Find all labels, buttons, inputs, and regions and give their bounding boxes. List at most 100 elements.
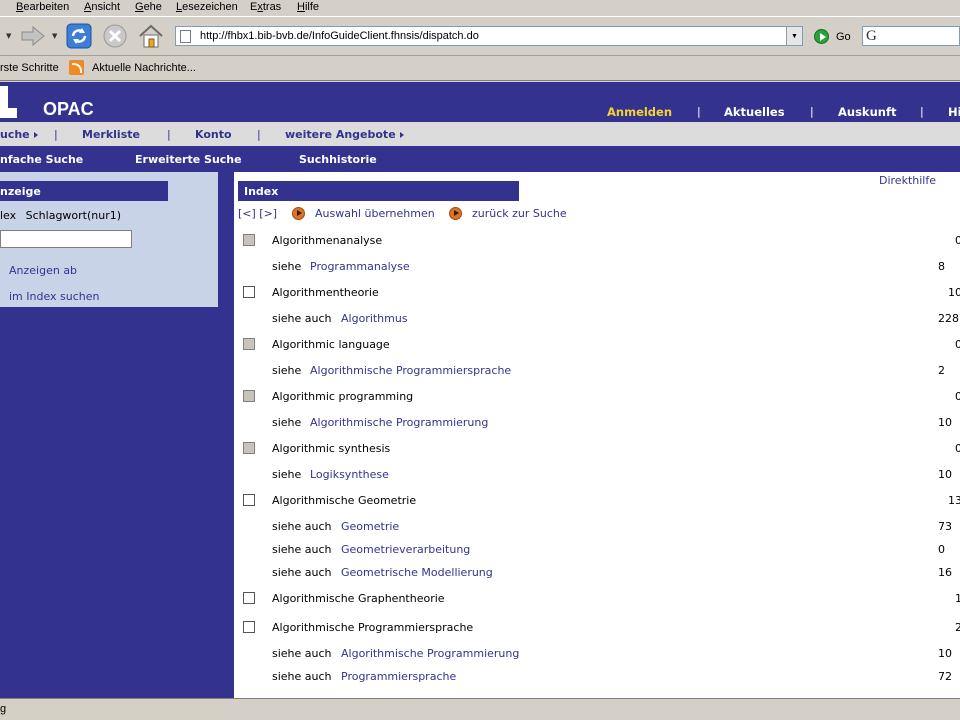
see-reference-link[interactable]: Geometrieverarbeitung <box>341 543 470 556</box>
index-search-input[interactable] <box>0 230 132 248</box>
forward-arrow-icon[interactable] <box>18 21 48 51</box>
select-checkbox[interactable] <box>243 442 255 454</box>
select-checkbox[interactable] <box>243 494 255 506</box>
select-checkbox[interactable] <box>243 592 255 604</box>
menu-bearbeiten[interactable]: Bearbeiten <box>16 1 69 13</box>
menu-lesezeichen[interactable]: Lesezeichen <box>176 1 238 13</box>
nav-hilfe[interactable]: Hi <box>948 105 960 119</box>
subnav-weitere-angebote[interactable]: weitere Angebote <box>285 128 404 141</box>
go-icon[interactable] <box>814 29 829 44</box>
index-term[interactable]: Algorithmische Graphentheorie <box>272 592 445 605</box>
nav-auskunft[interactable]: Auskunft <box>838 105 896 119</box>
tab-erweiterte-suche[interactable]: Erweiterte Suche <box>135 153 242 166</box>
library-logo <box>0 86 17 118</box>
subnav-suche[interactable]: uche <box>0 128 38 141</box>
see-prefix: siehe auch <box>272 566 332 579</box>
subnav-merkliste[interactable]: Merkliste <box>82 128 140 141</box>
see-prefix: siehe <box>272 260 302 273</box>
nav-aktuelles[interactable]: Aktuelles <box>724 105 785 119</box>
see-reference-row: siehe Logiksynthese 10 <box>234 466 960 486</box>
see-reference-link[interactable]: Logiksynthese <box>310 468 389 481</box>
index-content: Direkthilfe Index [<] [>] Auswahl überne… <box>234 172 960 698</box>
hit-count: 2 <box>938 364 945 377</box>
bookmark-news[interactable]: Aktuelle Nachrichte... <box>92 62 196 74</box>
hit-count: 0 <box>955 338 960 351</box>
see-prefix: siehe auch <box>272 670 332 683</box>
subnav-konto[interactable]: Konto <box>195 128 232 141</box>
hit-count: 72 <box>938 670 952 683</box>
menu-gehe[interactable]: Gehe <box>135 1 162 13</box>
see-prefix: siehe auch <box>272 543 332 556</box>
see-reference-link[interactable]: Geometrie <box>341 520 399 533</box>
see-reference-link[interactable]: Algorithmische Programmierung <box>341 647 519 660</box>
menu-bar: Bearbeiten Ansicht Gehe Lesezeichen Extr… <box>0 0 960 16</box>
rss-feed-icon <box>69 60 84 75</box>
back-to-search-link[interactable]: zurück zur Suche <box>472 207 567 220</box>
url-text[interactable]: http://fhbx1.bib-bvb.de/InfoGuideClient.… <box>200 30 479 42</box>
home-icon[interactable] <box>136 21 166 51</box>
index-value[interactable]: Schlagwort(nur1) <box>26 209 121 222</box>
opac-title: OPAC <box>43 99 94 119</box>
see-reference-link[interactable]: Programmiersprache <box>341 670 456 683</box>
index-term-row: Algorithmenanalyse 0 <box>234 232 960 252</box>
select-checkbox[interactable] <box>243 621 255 633</box>
back-dropdown-icon[interactable]: ▼ <box>6 32 11 40</box>
forward-dropdown-icon[interactable]: ▼ <box>52 32 57 40</box>
tab-suchhistorie[interactable]: Suchhistorie <box>299 153 377 166</box>
nav-separator: | <box>920 105 924 118</box>
go-button[interactable]: Go <box>836 31 851 43</box>
index-term[interactable]: Algorithmic programming <box>272 390 413 403</box>
see-reference-link[interactable]: Programmanalyse <box>310 260 410 273</box>
nav-separator: | <box>810 105 814 118</box>
see-reference-row: siehe auch Algorithmische Programmierung 1… <box>234 645 960 665</box>
navigation-toolbar: ▼ ▼ http://fhbx1.bib-bvb.de/InfoGuideCli… <box>0 16 960 56</box>
direct-help-link[interactable]: Direkthilfe <box>879 174 936 187</box>
tab-einfache-suche[interactable]: nfache Suche <box>0 153 83 166</box>
bookmark-first-steps[interactable]: rste Schritte <box>0 62 59 74</box>
select-checkbox[interactable] <box>243 338 255 350</box>
see-reference-row: siehe auch Programmiersprache 72 <box>234 668 960 688</box>
hit-count: 10 <box>938 416 952 429</box>
index-term[interactable]: Algorithmische Programmiersprache <box>272 621 473 634</box>
subnav-separator: | <box>257 128 261 141</box>
menu-ansicht[interactable]: Ansicht <box>84 1 120 13</box>
prev-next-links[interactable]: [<] [>] <box>238 207 277 220</box>
index-term-row: Algorithmentheorie 10 <box>234 284 960 304</box>
stop-icon[interactable] <box>100 21 130 51</box>
search-in-index-link[interactable]: im Index suchen <box>9 290 100 303</box>
url-dropdown-icon[interactable]: ▼ <box>786 27 802 45</box>
show-from-link[interactable]: Anzeigen ab <box>9 264 77 277</box>
index-term-row: Algorithmic language 0 <box>234 336 960 356</box>
select-checkbox[interactable] <box>243 234 255 246</box>
index-term-row: Algorithmische Graphentheorie 1 <box>234 590 960 610</box>
see-prefix: siehe <box>272 468 302 481</box>
index-display-panel: nzeige lex Schlagwort(nur1) Anzeigen ab … <box>0 172 218 307</box>
index-heading: Index <box>238 181 519 201</box>
see-reference-link[interactable]: Algorithmische Programmiersprache <box>310 364 511 377</box>
back-arrow-icon[interactable] <box>449 207 462 220</box>
see-reference-link[interactable]: Geometrische Modellierung <box>341 566 493 579</box>
google-icon: G <box>866 28 877 44</box>
index-term[interactable]: Algorithmic synthesis <box>272 442 390 455</box>
nav-anmelden[interactable]: Anmelden <box>607 105 672 119</box>
index-term[interactable]: Algorithmische Geometrie <box>272 494 416 507</box>
status-text: g <box>0 703 7 715</box>
reload-icon[interactable] <box>64 21 94 51</box>
select-checkbox[interactable] <box>243 390 255 402</box>
menu-hilfe[interactable]: Hilfe <box>297 1 319 13</box>
index-term[interactable]: Algorithmic language <box>272 338 390 351</box>
index-term[interactable]: Algorithmentheorie <box>272 286 379 299</box>
hit-count: 10 <box>938 647 952 660</box>
see-reference-link[interactable]: Algorithmische Programmierung <box>310 416 488 429</box>
select-checkbox[interactable] <box>243 286 255 298</box>
see-reference-link[interactable]: Algorithmus <box>341 312 408 325</box>
status-bar: g <box>0 698 960 720</box>
apply-arrow-icon[interactable] <box>292 207 305 220</box>
hit-count: 0 <box>955 390 960 403</box>
web-search-box[interactable]: G <box>862 26 960 46</box>
index-term[interactable]: Algorithmenanalyse <box>272 234 382 247</box>
apply-selection-link[interactable]: Auswahl übernehmen <box>315 207 435 220</box>
menu-extras[interactable]: Extras <box>250 1 281 13</box>
index-toolbar: [<] [>] Auswahl übernehmen zurück zur Su… <box>238 206 958 222</box>
url-bar[interactable]: http://fhbx1.bib-bvb.de/InfoGuideClient.… <box>175 26 803 46</box>
